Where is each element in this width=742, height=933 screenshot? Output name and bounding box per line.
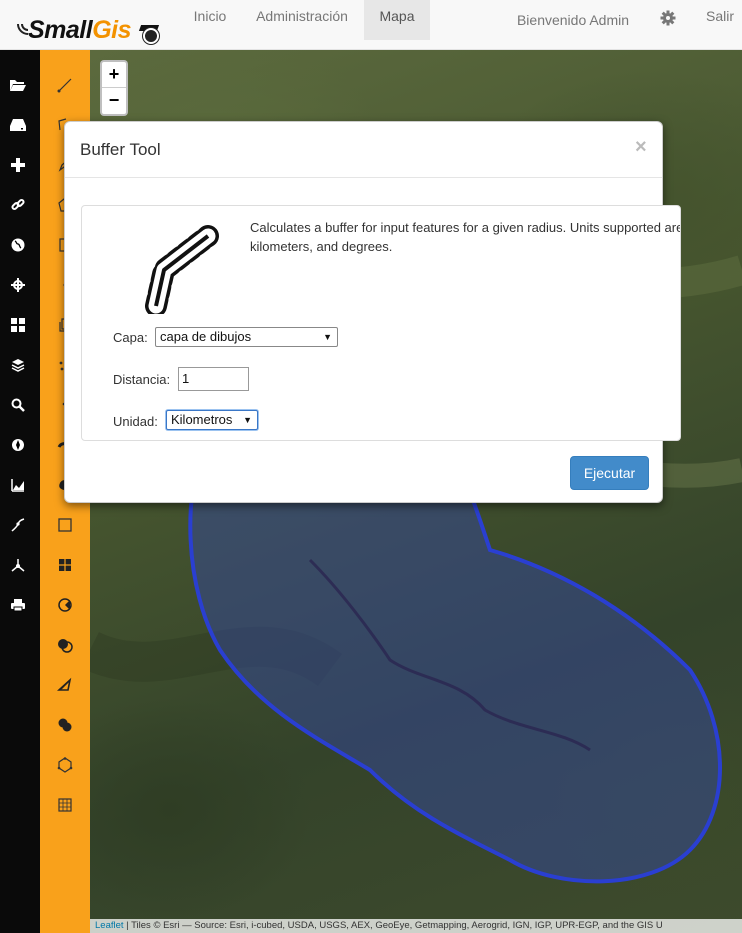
unidad-select[interactable]: Kilometros ▼ [166,410,258,430]
caret-down-icon: ▼ [323,332,332,342]
square-split-icon[interactable] [56,556,74,574]
close-icon[interactable]: × [635,136,647,159]
crosshair-icon[interactable] [8,276,28,294]
capa-select-value: capa de dibujos [160,329,252,344]
welcome-text: Bienvenido Admin [516,12,630,28]
zoom-control: + − [100,60,128,116]
nav-mapa[interactable]: Mapa [364,0,430,40]
brand-logo[interactable]: SmallGis [16,8,166,48]
leaflet-link[interactable]: Leaflet [95,920,124,931]
unidad-label: Unidad: [113,414,158,429]
area-chart-icon[interactable] [8,476,28,494]
modal-header: Buffer Tool × [65,122,662,178]
globe-icon[interactable] [8,236,28,254]
plus-icon[interactable] [8,156,28,174]
triangle-icon[interactable] [56,676,74,694]
unidad-select-value: Kilometros [171,412,233,427]
link-icon[interactable] [8,196,28,214]
circle-overlap-icon[interactable] [56,636,74,654]
distancia-label: Distancia: [113,372,171,387]
caret-down-icon: ▼ [243,415,252,425]
tool-description: Calculates a buffer for input features f… [250,220,681,254]
capa-label: Capa: [113,330,148,345]
square-outline-icon[interactable] [56,516,74,534]
search-icon[interactable] [8,396,28,414]
buffer-tool-icon [145,225,219,314]
modal-title: Buffer Tool [80,140,161,159]
grid-icon[interactable] [56,796,74,814]
th-large-icon[interactable] [8,316,28,334]
buffer-tool-dialog: Buffer Tool × Calculates a buffer for in… [64,121,681,503]
hexagon-icon[interactable] [56,756,74,774]
brand-text: SmallGis [28,16,131,45]
capa-select[interactable]: capa de dibujos ▼ [155,327,338,347]
zoom-out-button[interactable]: − [102,88,126,114]
circles-icon[interactable] [56,716,74,734]
zoom-in-button[interactable]: + [102,62,126,88]
buffer-form-panel: Calculates a buffer for input features f… [81,205,681,441]
line-tool-icon[interactable] [8,516,28,534]
brand-name-gis: Gis [92,16,131,44]
execute-button[interactable]: Ejecutar [570,456,649,490]
top-navbar: SmallGis Inicio Administración Mapa Bien… [0,0,742,50]
main-sidebar [0,50,40,933]
gear-icon[interactable] [656,2,680,32]
map-attribution: Leaflet | Tiles © Esri — Source: Esri, i… [90,919,742,933]
compass-icon[interactable] [8,436,28,454]
nav-administracion[interactable]: Administración [248,0,356,40]
nav-salir[interactable]: Salir [698,0,742,40]
modal-footer: Ejecutar [65,441,662,503]
globe-logo-icon [143,28,159,44]
layers-icon[interactable] [8,356,28,374]
distancia-input[interactable]: 1 [178,367,249,391]
circle-cut-icon[interactable] [56,596,74,614]
hdd-icon[interactable] [8,116,28,134]
draw-line-icon[interactable] [56,76,74,94]
print-icon[interactable] [8,596,28,614]
brand-name-small: Small [28,16,93,44]
vertex-icon[interactable] [8,556,28,574]
nav-inicio[interactable]: Inicio [186,0,234,40]
attribution-text: | Tiles © Esri — Source: Esri, i-cubed, … [123,920,663,931]
folder-open-icon[interactable] [8,76,28,94]
